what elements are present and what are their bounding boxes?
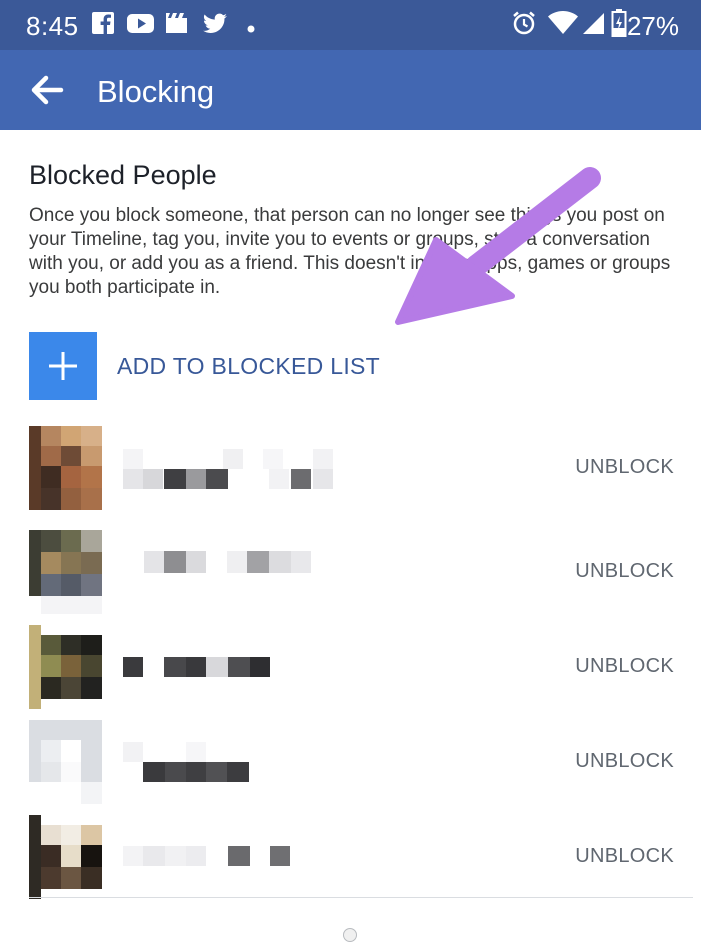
status-time: 8:45	[26, 11, 79, 41]
blocked-person-row: UNBLOCK	[0, 426, 701, 510]
battery-icon	[611, 9, 627, 42]
youtube-icon	[127, 10, 155, 41]
cell-signal-icon	[582, 10, 606, 41]
blocked-person-row: UNBLOCK	[0, 530, 701, 614]
page-title: Blocking	[97, 74, 215, 109]
blurred-name	[123, 530, 383, 614]
plus-icon	[29, 332, 97, 400]
blurred-name	[123, 625, 383, 709]
battery-percentage: 27%	[626, 11, 679, 41]
alarm-icon	[511, 10, 537, 41]
avatar	[29, 426, 102, 510]
avatar	[29, 530, 102, 614]
home-indicator	[343, 928, 357, 942]
status-bar: 8:45 27%	[0, 0, 701, 50]
add-to-blocked-list-label: ADD TO BLOCKED LIST	[117, 353, 381, 379]
facebook-icon	[92, 10, 116, 41]
add-to-blocked-list-button[interactable]: ADD TO BLOCKED LIST	[29, 332, 669, 400]
twitter-icon	[201, 10, 229, 41]
annotation-arrow-icon	[395, 167, 601, 325]
unblock-button[interactable]: UNBLOCK	[575, 845, 674, 868]
avatar	[29, 720, 102, 804]
unblock-button[interactable]: UNBLOCK	[575, 655, 674, 678]
wifi-icon	[548, 10, 578, 41]
app-bar: Blocking	[0, 50, 701, 130]
blurred-name	[123, 426, 383, 510]
notification-dot-icon	[247, 20, 255, 38]
unblock-button[interactable]: UNBLOCK	[575, 456, 674, 479]
blurred-name	[123, 815, 383, 899]
blocked-person-row: UNBLOCK	[0, 625, 701, 709]
divider	[29, 897, 693, 898]
unblock-button[interactable]: UNBLOCK	[575, 560, 674, 583]
section-title: Blocked People	[29, 160, 217, 190]
blurred-name	[123, 720, 383, 804]
clapperboard-icon	[165, 10, 189, 41]
avatar	[29, 815, 102, 899]
back-arrow-icon[interactable]	[30, 74, 64, 111]
blocked-person-row: UNBLOCK	[0, 815, 701, 899]
unblock-button[interactable]: UNBLOCK	[575, 750, 674, 773]
blocked-person-row: UNBLOCK	[0, 720, 701, 804]
avatar	[29, 625, 102, 709]
